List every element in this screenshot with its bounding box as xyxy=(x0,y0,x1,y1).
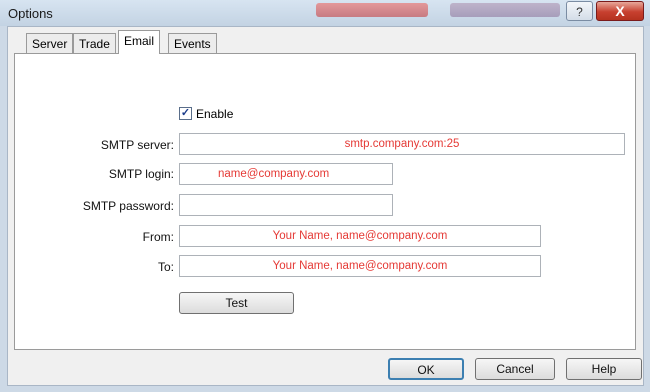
tab-events[interactable]: Events xyxy=(168,33,217,53)
tab-server[interactable]: Server xyxy=(26,33,74,53)
window-title: Options xyxy=(8,6,53,21)
title-help-button[interactable]: ? xyxy=(566,1,593,21)
smtp-login-field[interactable]: name@company.com xyxy=(179,163,393,185)
to-field[interactable]: Your Name, name@company.com xyxy=(179,255,541,277)
help-button[interactable]: Help xyxy=(566,358,642,380)
cancel-button[interactable]: Cancel xyxy=(475,358,555,380)
enable-checkbox[interactable]: ✓ xyxy=(179,107,192,120)
tab-trade[interactable]: Trade xyxy=(73,33,116,53)
smtp-server-field[interactable]: smtp.company.com:25 xyxy=(179,133,625,155)
to-label: To: xyxy=(157,260,174,274)
check-icon: ✓ xyxy=(180,107,191,119)
blurred-taskbar-item xyxy=(450,3,560,17)
question-icon: ? xyxy=(576,5,583,19)
smtp-server-label: SMTP server: xyxy=(100,138,174,152)
title-bar: Options ? X xyxy=(0,0,650,26)
smtp-password-field[interactable] xyxy=(179,194,393,216)
options-dialog: Options ? X Server Trade Email Events ✓ … xyxy=(0,0,650,392)
from-label: From: xyxy=(142,230,174,244)
close-button[interactable]: X xyxy=(596,1,644,21)
ok-button[interactable]: OK xyxy=(388,358,464,380)
blurred-taskbar-item xyxy=(316,3,428,17)
smtp-password-label: SMTP password: xyxy=(82,199,174,213)
from-field[interactable]: Your Name, name@company.com xyxy=(179,225,541,247)
close-icon: X xyxy=(615,3,625,19)
enable-label: Enable xyxy=(196,107,234,121)
test-button[interactable]: Test xyxy=(179,292,294,314)
tab-email[interactable]: Email xyxy=(118,30,161,54)
smtp-login-label: SMTP login: xyxy=(108,167,174,181)
